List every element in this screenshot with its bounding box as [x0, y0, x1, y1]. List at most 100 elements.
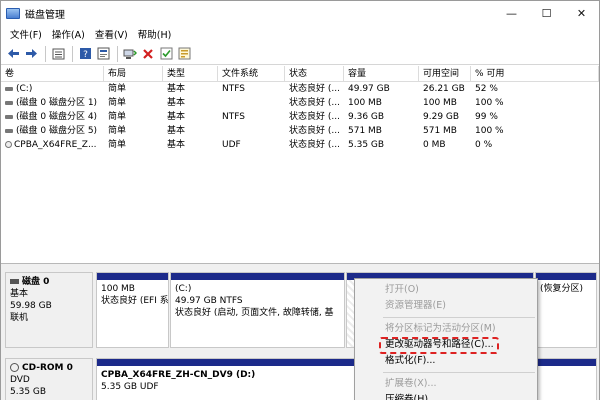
connect-icon[interactable] [122, 46, 138, 62]
highlight-annotation [379, 337, 499, 354]
menu-mark-active[interactable]: 将分区标记为活动分区(M) [355, 321, 537, 337]
status-cell: 状态良好 (... [289, 84, 340, 94]
percent-free-cell: 99 % [475, 112, 498, 122]
column-header-type[interactable]: 类型 [163, 66, 218, 81]
percent-free-cell: 52 % [475, 84, 498, 94]
toolbar-separator [45, 45, 46, 62]
free-space-cell: 100 MB [423, 98, 457, 108]
type-cell: 基本 [167, 112, 186, 122]
window-title: 磁盘管理 [25, 9, 65, 21]
partition-text: (C:) 49.97 GB NTFS 状态良好 (启动, 页面文件, 故障转储,… [171, 280, 344, 322]
menu-open[interactable]: 打开(O) [355, 282, 537, 298]
free-space-cell: 9.29 GB [423, 112, 460, 122]
menu-action[interactable]: 操作(A) [47, 27, 90, 41]
capacity-cell: 9.36 GB [348, 112, 385, 122]
cdrom-icon [10, 363, 19, 372]
type-cell: 基本 [167, 126, 186, 136]
capacity-cell: 571 MB [348, 126, 382, 136]
check-icon[interactable] [158, 46, 174, 62]
disk-management-window: 磁盘管理 — ☐ ✕ 文件(F) 操作(A) 查看(V) 帮助(H) ? 卷 布… [0, 0, 600, 400]
disk-0-label[interactable]: 磁盘 0 基本 59.98 GB 联机 [5, 272, 93, 348]
type-cell: 基本 [167, 140, 186, 150]
column-header-layout[interactable]: 布局 [104, 66, 163, 81]
menu-format[interactable]: 格式化(F)... [355, 353, 537, 369]
capacity-cell: 5.35 GB [348, 140, 385, 150]
volume-name-cell: (磁盘 0 磁盘分区 1) [1, 96, 104, 110]
svg-text:?: ? [83, 50, 88, 60]
column-header-volume[interactable]: 卷 [1, 66, 104, 81]
free-space-cell: 571 MB [423, 126, 457, 136]
column-header-free-space[interactable]: 可用空间 [419, 66, 471, 81]
partition-status: (恢复分区) [540, 284, 584, 294]
partition-name: (C:) [175, 284, 192, 294]
back-icon[interactable] [5, 46, 21, 62]
percent-free-cell: 100 % [475, 98, 504, 108]
column-header-status[interactable]: 状态 [285, 66, 344, 81]
partition-size: 49.97 GB NTFS [175, 296, 243, 306]
close-button[interactable]: ✕ [564, 1, 599, 25]
capacity-cell: 100 MB [348, 98, 382, 108]
help-icon[interactable]: ? [77, 46, 93, 62]
menu-file[interactable]: 文件(F) [5, 27, 47, 41]
disk-size: 59.98 GB [10, 301, 52, 311]
volume-icon [5, 114, 13, 119]
minimize-button[interactable]: — [494, 1, 529, 25]
toolbar-separator [117, 45, 118, 62]
filesystem-cell [218, 124, 285, 138]
partition-bar [536, 273, 596, 280]
capacity-cell: 49.97 GB [348, 84, 390, 94]
context-menu: 打开(O) 资源管理器(E) 将分区标记为活动分区(M) 更改驱动器号和路径(C… [354, 278, 538, 400]
list-view-icon[interactable] [50, 46, 66, 62]
wizard-icon[interactable] [176, 46, 192, 62]
disk-name: CD-ROM 0 [22, 363, 73, 373]
disk-state: 联机 [10, 313, 29, 323]
volume-name-cell: (磁盘 0 磁盘分区 4) [1, 110, 104, 124]
layout-cell: 简单 [108, 84, 127, 94]
table-row[interactable]: (磁盘 0 磁盘分区 5) 简单 基本 状态良好 (... 571 MB 571… [1, 124, 599, 138]
partition-text: (恢复分区) [536, 280, 596, 298]
volume-icon [5, 100, 13, 105]
layout-cell: 简单 [108, 140, 127, 150]
volume-icon [5, 128, 13, 133]
title-bar[interactable]: 磁盘管理 — ☐ ✕ [1, 1, 599, 25]
menu-shrink-volume[interactable]: 压缩卷(H)... [355, 392, 537, 400]
forward-icon[interactable] [23, 46, 39, 62]
partition-status: 状态良好 (启动, 页面文件, 故障转储, 基 [175, 308, 334, 318]
partition-efi[interactable]: 100 MB 状态良好 (EFI 系 [96, 272, 169, 348]
layout-cell: 简单 [108, 98, 127, 108]
table-row[interactable]: (磁盘 0 磁盘分区 4) 简单 基本 NTFS 状态良好 (... 9.36 … [1, 110, 599, 124]
percent-free-cell: 0 % [475, 140, 493, 150]
free-space-cell: 0 MB [423, 140, 446, 150]
table-row[interactable]: (磁盘 0 磁盘分区 1) 简单 基本 状态良好 (... 100 MB 100… [1, 96, 599, 110]
partition-status: 状态良好 (EFI 系 [101, 296, 168, 306]
disk-name: 磁盘 0 [22, 277, 50, 287]
column-header-filesystem[interactable]: 文件系统 [218, 66, 285, 81]
maximize-button[interactable]: ☐ [529, 1, 564, 25]
toolbar-separator [72, 45, 73, 62]
table-row[interactable]: (C:) 简单 基本 NTFS 状态良好 (... 49.97 GB 26.21… [1, 82, 599, 96]
delete-icon[interactable] [140, 46, 156, 62]
table-row[interactable]: CPBA_X64FRE_Z... 简单 基本 UDF 状态良好 (... 5.3… [1, 138, 599, 152]
status-cell: 状态良好 (... [289, 98, 340, 108]
optical-disc-icon [5, 141, 12, 148]
column-header-percent-free[interactable]: % 可用 [471, 66, 599, 81]
free-space-cell: 26.21 GB [423, 84, 465, 94]
status-cell: 状态良好 (... [289, 112, 340, 122]
menu-explore[interactable]: 资源管理器(E) [355, 298, 537, 314]
disk-management-icon [6, 7, 20, 19]
menu-separator [383, 317, 535, 318]
partition-c-drive[interactable]: (C:) 49.97 GB NTFS 状态良好 (启动, 页面文件, 故障转储,… [170, 272, 345, 348]
filesystem-cell: NTFS [222, 84, 245, 94]
cdrom-0-label[interactable]: CD-ROM 0 DVD 5.35 GB [5, 358, 93, 400]
partition-recovery[interactable]: (恢复分区) [535, 272, 597, 348]
menu-extend-volume[interactable]: 扩展卷(X)... [355, 376, 537, 392]
column-header-capacity[interactable]: 容量 [344, 66, 419, 81]
menu-view[interactable]: 查看(V) [90, 27, 133, 41]
percent-free-cell: 100 % [475, 126, 504, 136]
properties-icon[interactable] [95, 46, 111, 62]
volume-name-cell: (C:) [1, 82, 104, 96]
status-cell: 状态良好 (... [289, 126, 340, 136]
menu-help[interactable]: 帮助(H) [133, 27, 177, 41]
menu-separator [383, 372, 535, 373]
volume-list: 卷 布局 类型 文件系统 状态 容量 可用空间 % 可用 (C:) 简单 基本 … [1, 66, 599, 261]
